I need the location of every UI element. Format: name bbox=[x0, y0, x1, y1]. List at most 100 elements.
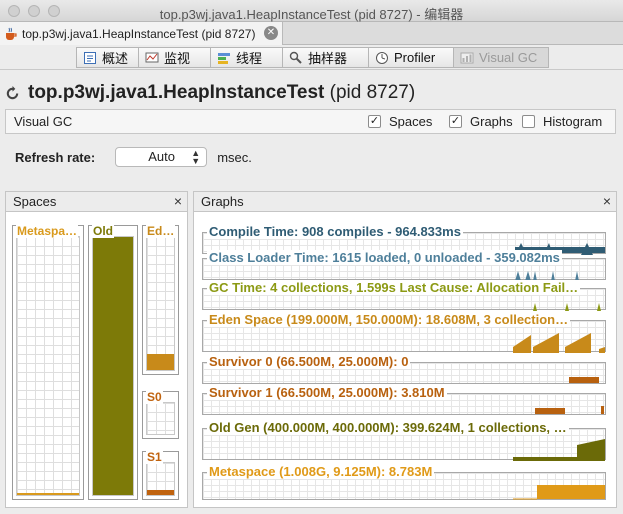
survivor0-block bbox=[569, 377, 599, 383]
survivor-1-title: Survivor 1 (66.500M, 25.000M): 3.810M bbox=[207, 385, 447, 400]
survivor1-tick bbox=[601, 406, 604, 414]
close-tab-icon[interactable]: ✕ bbox=[264, 26, 278, 40]
eden-column: Ed… bbox=[142, 224, 179, 375]
old-gen-area bbox=[513, 439, 605, 461]
gc-spike bbox=[565, 303, 569, 311]
sampler-icon bbox=[289, 51, 302, 64]
document-tab-bar: top.p3wj.java1.HeapInstanceTest (pid 872… bbox=[0, 22, 623, 45]
class-loader-title: Class Loader Time: 1615 loaded, 0 unload… bbox=[207, 250, 562, 265]
java-cup-icon bbox=[6, 27, 17, 40]
graphs-checkbox-label: Graphs bbox=[470, 114, 513, 129]
old-grid bbox=[92, 236, 134, 496]
window-titlebar: top.p3wj.java1.HeapInstanceTest (pid 872… bbox=[0, 0, 623, 22]
refresh-spinner-icon bbox=[6, 85, 19, 99]
metaspace-grid bbox=[16, 236, 80, 496]
histogram-checkbox[interactable]: Histogram bbox=[522, 114, 602, 129]
eden-sawtooth bbox=[513, 335, 531, 353]
eden-space-title: Eden Space (199.000M, 150.000M): 18.608M… bbox=[207, 312, 571, 327]
document-tab-label: top.p3wj.java1.HeapInstanceTest (pid 872… bbox=[22, 26, 256, 41]
view-tab-bar: 概述 监视 线程 抽样器 Profiler Visual GC bbox=[0, 45, 623, 70]
metaspace-label: Metaspa… bbox=[16, 224, 79, 238]
graphs-panel: Graphs × Compile Time: 908 compiles - 96… bbox=[193, 191, 617, 508]
metaspace-graph: Metaspace (1.008G, 9.125M): 8.783M bbox=[202, 464, 606, 500]
spaces-panel-header: Spaces × bbox=[6, 192, 187, 212]
gc-spike bbox=[533, 303, 537, 311]
s1-grid bbox=[146, 462, 175, 496]
refresh-rate-row: Refresh rate: Auto ▲ ▼ msec. bbox=[15, 146, 252, 168]
tab-visual-gc-label: Visual GC bbox=[479, 50, 538, 65]
monitor-icon bbox=[145, 52, 159, 62]
visualgc-icon bbox=[460, 52, 474, 63]
app-name: top.p3wj.java1.HeapInstanceTest bbox=[28, 82, 325, 103]
tab-threads[interactable]: 线程 bbox=[210, 47, 282, 68]
tab-visual-gc[interactable]: Visual GC bbox=[453, 47, 549, 68]
old-column: Old bbox=[88, 224, 138, 500]
old-label: Old bbox=[92, 224, 114, 238]
eden-sawtooth bbox=[533, 333, 559, 353]
page-title: top.p3wj.java1.HeapInstanceTest (pid 872… bbox=[5, 82, 415, 104]
window-title: top.p3wj.java1.HeapInstanceTest (pid 872… bbox=[159, 7, 464, 22]
visual-gc-options-bar: Visual GC ✓ Spaces ✓ Graphs Histogram bbox=[5, 109, 616, 134]
graphs-panel-title: Graphs bbox=[201, 194, 244, 209]
tab-profiler-label: Profiler bbox=[394, 50, 436, 65]
metaspace-fill bbox=[17, 493, 79, 495]
eden-sawtooth bbox=[599, 347, 605, 353]
refresh-rate-value: Auto bbox=[148, 149, 175, 164]
spaces-checkbox[interactable]: ✓ Spaces bbox=[368, 114, 432, 129]
overview-icon bbox=[84, 51, 96, 64]
s0-label: S0 bbox=[146, 390, 163, 404]
survivor-1-graph: Survivor 1 (66.500M, 25.000M): 3.810M bbox=[202, 385, 606, 415]
tab-monitor[interactable]: 监视 bbox=[138, 47, 210, 68]
tab-profiler[interactable]: Profiler bbox=[368, 47, 453, 68]
spaces-panel-title: Spaces bbox=[13, 194, 57, 209]
threads-icon bbox=[218, 52, 230, 64]
old-fill bbox=[93, 237, 133, 495]
spaces-check-mark[interactable]: ✓ bbox=[368, 115, 381, 128]
graphs-check-mark[interactable]: ✓ bbox=[449, 115, 462, 128]
document-tab[interactable]: top.p3wj.java1.HeapInstanceTest (pid 872… bbox=[0, 22, 283, 45]
tab-overview-label: 概述 bbox=[102, 51, 129, 66]
refresh-rate-label: Refresh rate: bbox=[15, 149, 96, 165]
tab-monitor-label: 监视 bbox=[164, 51, 191, 66]
eden-grid bbox=[146, 236, 175, 371]
tab-sampler[interactable]: 抽样器 bbox=[282, 47, 368, 68]
old-gen-graph: Old Gen (400.000M, 400.000M): 399.624M, … bbox=[202, 420, 606, 461]
chevron-updown-icon: ▲ ▼ bbox=[191, 148, 201, 166]
class-loader-graph: Class Loader Time: 1615 loaded, 0 unload… bbox=[202, 250, 606, 281]
tab-threads-label: 线程 bbox=[236, 51, 263, 66]
tab-overview[interactable]: 概述 bbox=[76, 47, 138, 68]
profiler-icon bbox=[376, 51, 388, 64]
survivor-0-column: S0 bbox=[142, 390, 179, 439]
survivor-1-column: S1 bbox=[142, 450, 179, 500]
close-graphs-panel-icon[interactable]: × bbox=[603, 193, 611, 209]
refresh-rate-select[interactable]: Auto ▲ ▼ bbox=[115, 147, 208, 167]
refresh-rate-unit: msec. bbox=[217, 149, 252, 165]
visual-gc-label: Visual GC bbox=[14, 114, 73, 129]
old-gen-title: Old Gen (400.000M, 400.000M): 399.624M, … bbox=[207, 420, 569, 435]
spaces-panel: Spaces × Metaspa… Old Ed… S0 S1 bbox=[5, 191, 188, 508]
s1-fill bbox=[147, 490, 174, 495]
gc-time-graph: GC Time: 4 collections, 1.599s Last Caus… bbox=[202, 280, 606, 311]
spaces-checkbox-label: Spaces bbox=[389, 114, 433, 129]
s0-grid bbox=[146, 402, 175, 435]
metaspace-area bbox=[537, 485, 605, 499]
app-pid: (pid 8727) bbox=[329, 82, 416, 103]
s1-label: S1 bbox=[146, 450, 163, 464]
histogram-checkbox-label: Histogram bbox=[543, 114, 603, 129]
survivor1-block bbox=[535, 408, 565, 414]
graphs-panel-header: Graphs × bbox=[194, 192, 616, 212]
metaspace-column: Metaspa… bbox=[12, 224, 84, 500]
survivor-0-graph: Survivor 0 (66.500M, 25.000M): 0 bbox=[202, 354, 606, 384]
gc-time-title: GC Time: 4 collections, 1.599s Last Caus… bbox=[207, 280, 581, 295]
eden-fill bbox=[147, 354, 174, 370]
eden-label: Ed… bbox=[146, 224, 176, 238]
close-spaces-panel-icon[interactable]: × bbox=[174, 193, 182, 209]
metaspace-title: Metaspace (1.008G, 9.125M): 8.783M bbox=[207, 464, 435, 479]
gc-spike bbox=[597, 303, 601, 311]
survivor-0-title: Survivor 0 (66.500M, 25.000M): 0 bbox=[207, 354, 411, 369]
eden-sawtooth bbox=[565, 333, 591, 353]
graphs-checkbox[interactable]: ✓ Graphs bbox=[449, 114, 513, 129]
compile-time-title: Compile Time: 908 compiles - 964.833ms bbox=[207, 224, 463, 239]
histogram-check-box[interactable] bbox=[522, 115, 535, 128]
eden-space-graph: Eden Space (199.000M, 150.000M): 18.608M… bbox=[202, 312, 606, 353]
